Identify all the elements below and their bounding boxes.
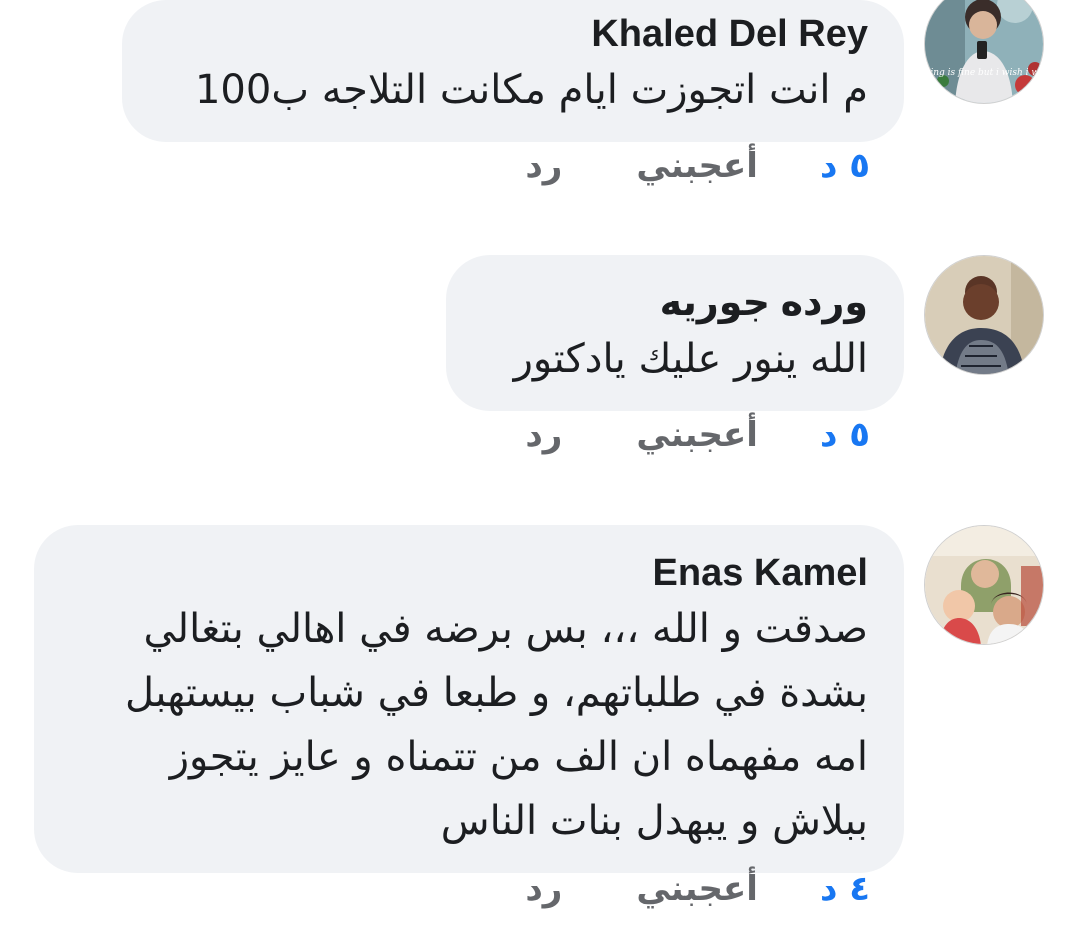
like-button[interactable]: أعجبني <box>636 415 758 455</box>
comment-item: Enas Kamel صدقت و الله ،،، بس برضه في اه… <box>0 525 1080 933</box>
like-button[interactable]: أعجبني <box>636 146 758 186</box>
avatar[interactable] <box>924 525 1044 645</box>
reply-button[interactable]: رد <box>525 146 562 186</box>
comment-actions: ٥ د أعجبني رد <box>525 415 870 455</box>
comment-author[interactable]: Khaled Del Rey <box>158 10 868 58</box>
comment-item: ورده جوريه الله ينور عليك يادكتور ٥ د أع… <box>0 255 1080 465</box>
comment-text: الله ينور عليك يادكتور <box>513 336 868 382</box>
comment-text-line: ببلاش و يبهدل بنات الناس <box>440 798 868 844</box>
comment-actions: ٤ د أعجبني رد <box>525 869 870 909</box>
comment-bubble[interactable]: ورده جوريه الله ينور عليك يادكتور <box>446 255 904 411</box>
comment-actions: ٥ د أعجبني رد <box>525 146 870 186</box>
profile-photo: everything is fine but i wish i was dead <box>925 0 1044 103</box>
profile-photo <box>925 526 1043 644</box>
comment-time[interactable]: ٥ د <box>820 415 870 455</box>
reply-button[interactable]: رد <box>525 869 562 909</box>
comment-bubble[interactable]: Khaled Del Rey م انت اتجوزت ايام مكانت ا… <box>122 0 904 142</box>
comment-item: everything is fine but i wish i was dead… <box>0 0 1080 200</box>
comment-time[interactable]: ٤ د <box>820 869 870 909</box>
comment-bubble[interactable]: Enas Kamel صدقت و الله ،،، بس برضه في اه… <box>34 525 904 873</box>
comment-text-line: صدقت و الله ،،، بس برضه في اهالي بتغالي <box>143 606 868 652</box>
comment-text-line: بشدة في طلباتهم، و طبعا في شباب بيستهبل <box>124 670 868 716</box>
comment-author[interactable]: Enas Kamel <box>70 549 868 597</box>
avatar[interactable]: everything is fine but i wish i was dead <box>924 0 1044 104</box>
reply-button[interactable]: رد <box>525 415 562 455</box>
avatar-caption: everything is fine but i wish i was dead <box>925 68 1044 78</box>
like-button[interactable]: أعجبني <box>636 869 758 909</box>
comment-author[interactable]: ورده جوريه <box>482 279 868 327</box>
profile-photo <box>925 256 1043 374</box>
avatar[interactable] <box>924 255 1044 375</box>
comment-text: م انت اتجوزت ايام مكانت التلاجه ب100 <box>194 67 868 113</box>
comment-time[interactable]: ٥ د <box>820 146 870 186</box>
comment-text-line: امه مفهماه ان الف من تتمناه و عايز يتجوز <box>169 734 868 780</box>
